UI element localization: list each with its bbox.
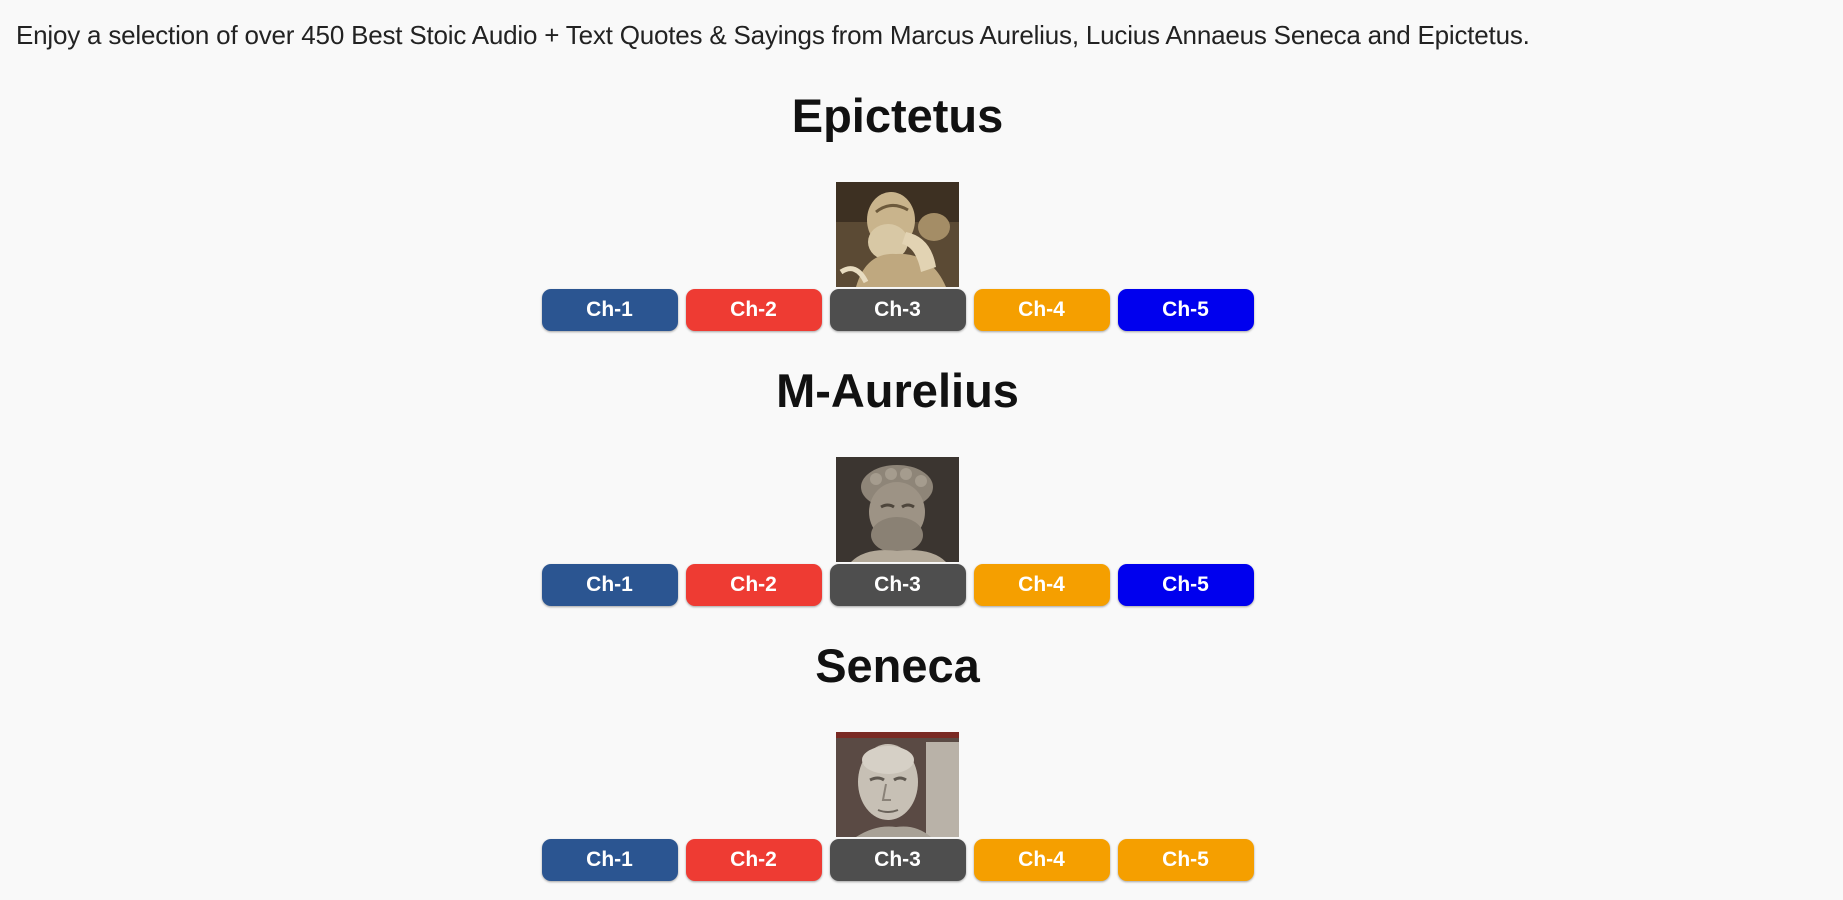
seneca-portrait[interactable] [836, 732, 959, 837]
chapter-4-button[interactable]: Ch-4 [973, 564, 1110, 606]
section-m-aurelius: M-Aurelius Ch-1 Ch-2 Ch-3 Ch-4 Ch-5 [0, 363, 1795, 606]
chapter-5-button[interactable]: Ch-5 [1117, 839, 1254, 881]
chapter-3-button[interactable]: Ch-3 [829, 839, 966, 881]
chapter-3-button[interactable]: Ch-3 [829, 564, 966, 606]
section-title: Epictetus [791, 89, 1004, 142]
section-title: Seneca [815, 639, 980, 692]
chapter-3-button[interactable]: Ch-3 [829, 289, 966, 331]
chapter-1-button[interactable]: Ch-1 [541, 839, 678, 881]
section-epictetus: Epictetus Ch-1 Ch-2 Ch-3 Ch-4 Ch-5 [0, 88, 1795, 331]
chapter-5-button[interactable]: Ch-5 [1117, 564, 1254, 606]
marcus-aurelius-portrait[interactable] [836, 457, 959, 562]
chapter-buttons: Ch-1 Ch-2 Ch-3 Ch-4 Ch-5 [0, 564, 1795, 606]
section-title: M-Aurelius [776, 364, 1019, 417]
chapter-1-button[interactable]: Ch-1 [541, 564, 678, 606]
chapter-4-button[interactable]: Ch-4 [973, 289, 1110, 331]
chapter-2-button[interactable]: Ch-2 [685, 289, 822, 331]
chapter-1-button[interactable]: Ch-1 [541, 289, 678, 331]
intro-text: Enjoy a selection of over 450 Best Stoic… [16, 20, 1530, 50]
chapter-buttons: Ch-1 Ch-2 Ch-3 Ch-4 Ch-5 [0, 839, 1795, 881]
chapter-4-button[interactable]: Ch-4 [973, 839, 1110, 881]
chapter-5-button[interactable]: Ch-5 [1117, 289, 1254, 331]
epictetus-portrait[interactable] [836, 182, 959, 287]
section-seneca: Seneca Ch-1 Ch-2 Ch-3 Ch-4 Ch-5 [0, 638, 1795, 881]
chapter-2-button[interactable]: Ch-2 [685, 839, 822, 881]
chapter-2-button[interactable]: Ch-2 [685, 564, 822, 606]
chapter-buttons: Ch-1 Ch-2 Ch-3 Ch-4 Ch-5 [0, 289, 1795, 331]
